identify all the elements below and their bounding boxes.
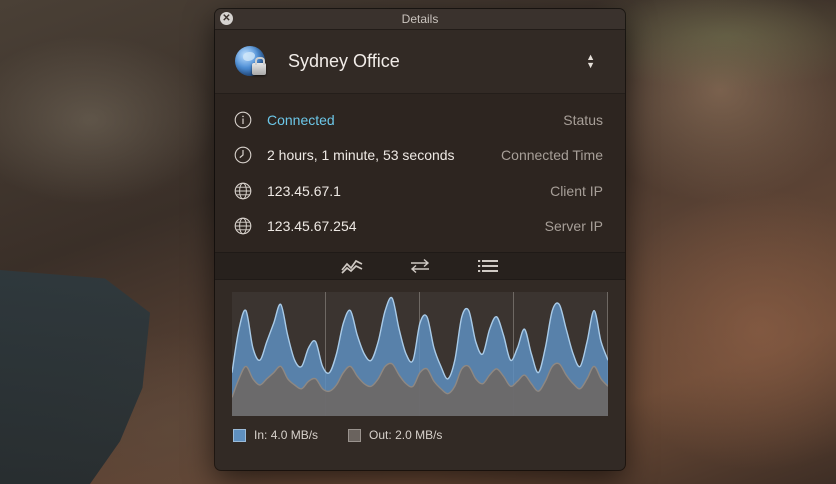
title-bar: ✕ Details <box>215 9 625 30</box>
info-row-client-ip: 123.45.67.1 Client IP <box>215 173 625 209</box>
close-button[interactable]: ✕ <box>220 12 233 25</box>
connected-time-value: 2 hours, 1 minute, 53 seconds <box>267 147 455 164</box>
traffic-graph-section: In: 4.0 MB/s Out: 2.0 MB/s <box>215 280 625 452</box>
out-legend-value: 2.0 MB/s <box>395 428 443 442</box>
out-legend-swatch <box>348 428 362 442</box>
tab-transfer[interactable] <box>407 256 433 276</box>
out-legend-label: Out: <box>369 428 392 442</box>
vpn-selector-chevron-icon[interactable]: ▲ ▼ <box>586 53 595 70</box>
info-row-status: Connected Status <box>215 102 625 138</box>
clock-icon <box>234 146 252 164</box>
info-icon <box>234 111 252 129</box>
globe-icon <box>234 217 252 235</box>
details-window: ✕ Details Sydney Office ▲ ▼ Connected Sta… <box>215 9 625 470</box>
info-row-connected-time: 2 hours, 1 minute, 53 seconds Connected … <box>215 138 625 174</box>
traffic-chart <box>232 292 608 416</box>
status-label: Status <box>563 111 603 128</box>
vpn-name: Sydney Office <box>288 51 400 71</box>
server-ip-value: 123.45.67.254 <box>267 218 357 235</box>
vpn-globe-lock-icon <box>235 45 267 78</box>
list-icon <box>478 260 498 272</box>
client-ip-value: 123.45.67.1 <box>267 182 341 199</box>
info-row-server-ip: 123.45.67.254 Server IP <box>215 209 625 245</box>
status-value: Connected <box>267 111 335 128</box>
vpn-header: Sydney Office ▲ ▼ <box>215 30 625 93</box>
tab-list[interactable] <box>475 256 501 276</box>
server-ip-label: Server IP <box>544 218 603 235</box>
connected-time-label: Connected Time <box>501 147 603 164</box>
globe-icon <box>234 182 252 200</box>
in-legend-swatch <box>233 428 246 442</box>
in-legend-label: In: <box>254 428 268 442</box>
window-title: Details <box>401 12 439 26</box>
traffic-legend: In: 4.0 MB/s Out: 2.0 MB/s <box>233 428 442 442</box>
desktop-water <box>0 270 150 484</box>
info-section: Connected Status 2 hours, 1 minute, 53 s… <box>215 93 625 252</box>
tab-graph[interactable] <box>339 256 365 276</box>
in-legend-value: 4.0 MB/s <box>270 428 319 442</box>
client-ip-label: Client IP <box>550 182 603 199</box>
chart-trend-icon <box>341 259 363 274</box>
transfer-arrows-icon <box>410 258 430 274</box>
view-tab-bar <box>215 252 625 280</box>
